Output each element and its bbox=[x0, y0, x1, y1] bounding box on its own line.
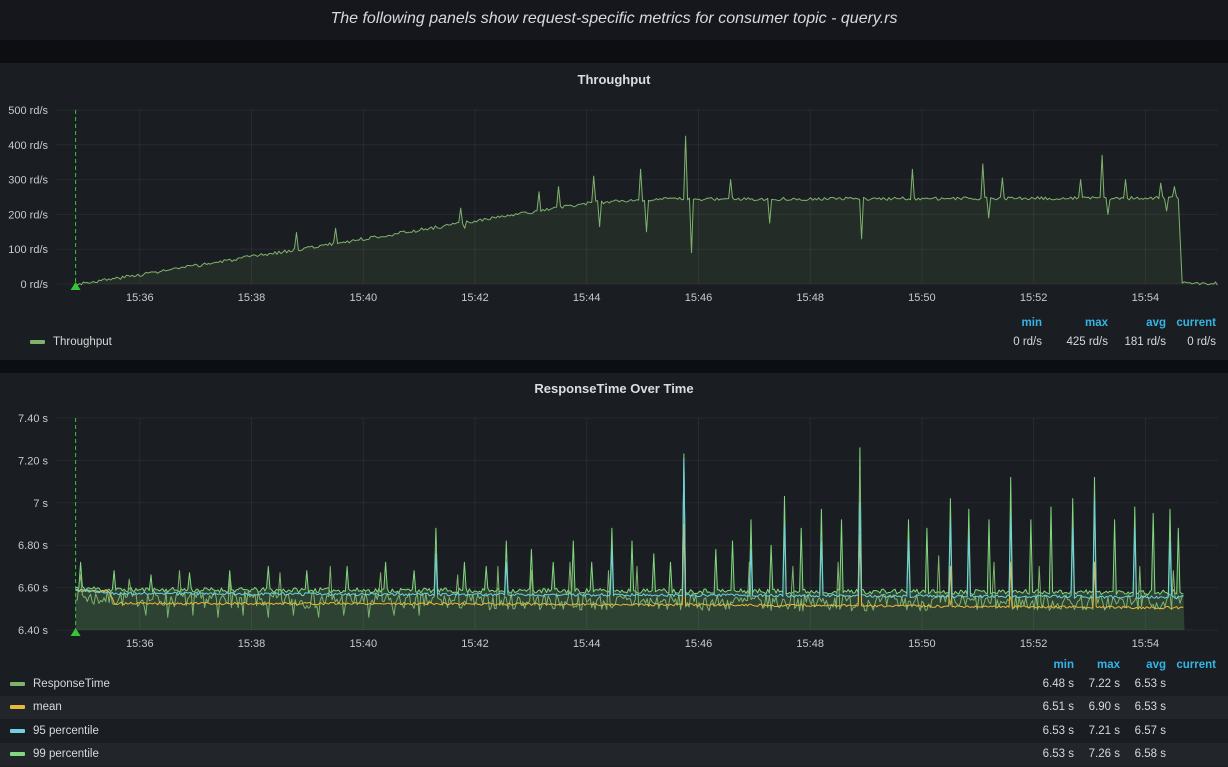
x-tick-label: 15:38 bbox=[238, 638, 266, 650]
legend-row-stats: 6.53 s 7.26 s 6.58 s bbox=[1024, 748, 1216, 760]
y-tick-label: 6.60 s bbox=[18, 583, 48, 595]
legend-header-avg[interactable]: avg bbox=[1120, 659, 1166, 671]
legend-row-mean[interactable]: mean 6.51 s 6.90 s 6.53 s bbox=[0, 696, 1228, 720]
series-color-dash-icon bbox=[10, 729, 25, 733]
p99-min-value: 6.53 s bbox=[1024, 748, 1074, 760]
legend-row-stats: 6.51 s 6.90 s 6.53 s bbox=[1024, 701, 1216, 713]
legend-header-avg[interactable]: avg bbox=[1108, 317, 1166, 329]
throughput-max-value: 425 rd/s bbox=[1042, 336, 1108, 348]
y-tick-label: 6.80 s bbox=[18, 540, 48, 552]
y-tick-label: 0 rd/s bbox=[20, 279, 48, 291]
legend-series-name[interactable]: mean bbox=[33, 701, 62, 713]
series-color-dash-icon bbox=[10, 752, 25, 756]
y-tick-label: 300 rd/s bbox=[8, 175, 48, 187]
x-tick-label: 15:42 bbox=[461, 638, 489, 650]
panel-responsetime: ResponseTime Over Time 6.40 s6.60 s6.80 … bbox=[0, 373, 1228, 767]
x-tick-label: 15:52 bbox=[1020, 292, 1048, 304]
legend-series-name[interactable]: 99 percentile bbox=[33, 748, 99, 760]
p95-min-value: 6.53 s bbox=[1024, 725, 1074, 737]
x-tick-label: 15:54 bbox=[1132, 638, 1160, 650]
responsetime-avg-value: 6.53 s bbox=[1120, 678, 1166, 690]
x-tick-label: 15:36 bbox=[126, 638, 154, 650]
p95-avg-value: 6.57 s bbox=[1120, 725, 1166, 737]
p95-current-value bbox=[1166, 725, 1216, 737]
dashboard-note: The following panels show request-specif… bbox=[0, 0, 1228, 38]
y-tick-label: 500 rd/s bbox=[8, 105, 48, 117]
responsetime-max-value: 7.22 s bbox=[1074, 678, 1120, 690]
legend-row-stats: 6.48 s 7.22 s 6.53 s bbox=[1024, 678, 1216, 690]
legend-header-max[interactable]: max bbox=[1074, 659, 1120, 671]
legend-stat-headers: min max avg current bbox=[1024, 659, 1216, 671]
p99-avg-value: 6.58 s bbox=[1120, 748, 1166, 760]
x-tick-label: 15:42 bbox=[461, 292, 489, 304]
legend-item-throughput[interactable]: Throughput bbox=[30, 336, 112, 348]
x-tick-label: 15:44 bbox=[573, 292, 601, 304]
x-tick-label: 15:50 bbox=[908, 638, 936, 650]
x-tick-label: 15:40 bbox=[350, 292, 378, 304]
x-tick-label: 15:36 bbox=[126, 292, 154, 304]
x-tick-label: 15:52 bbox=[1020, 638, 1048, 650]
x-tick-label: 15:44 bbox=[573, 638, 601, 650]
legend-series-name[interactable]: ResponseTime bbox=[33, 678, 110, 690]
99 percentile-line bbox=[76, 448, 1184, 595]
y-tick-label: 7.20 s bbox=[18, 455, 48, 467]
legend-header-min[interactable]: min bbox=[1024, 659, 1074, 671]
legend-header-current[interactable]: current bbox=[1166, 659, 1216, 671]
legend-series-name[interactable]: 95 percentile bbox=[33, 725, 99, 737]
y-tick-label: 400 rd/s bbox=[8, 140, 48, 152]
grafana-dashboard: { "page": { "title": "The following pane… bbox=[0, 0, 1228, 767]
x-tick-label: 15:46 bbox=[685, 638, 713, 650]
series-color-dash-icon bbox=[10, 682, 25, 686]
legend-header-min[interactable]: min bbox=[978, 317, 1042, 329]
x-tick-label: 15:48 bbox=[796, 292, 824, 304]
header-text-panel: The following panels show request-specif… bbox=[0, 0, 1228, 40]
95 percentile-line bbox=[76, 458, 1184, 598]
throughput-avg-value: 181 rd/s bbox=[1108, 336, 1166, 348]
x-tick-label: 15:48 bbox=[796, 638, 824, 650]
y-tick-label: 6.40 s bbox=[18, 625, 48, 637]
mean-current-value bbox=[1166, 701, 1216, 713]
Throughput-fill bbox=[76, 136, 1218, 285]
x-tick-label: 15:50 bbox=[908, 292, 936, 304]
responsetime-min-value: 6.48 s bbox=[1024, 678, 1074, 690]
x-tick-label: 15:40 bbox=[350, 638, 378, 650]
legend-header-current[interactable]: current bbox=[1166, 317, 1216, 329]
legend-row-99-percentile[interactable]: 99 percentile 6.53 s 7.26 s 6.58 s bbox=[0, 743, 1228, 767]
p99-current-value bbox=[1166, 748, 1216, 760]
y-tick-label: 200 rd/s bbox=[8, 209, 48, 221]
legend-row-responsetime[interactable]: ResponseTime 6.48 s 7.22 s 6.53 s bbox=[0, 672, 1228, 696]
y-tick-label: 100 rd/s bbox=[8, 244, 48, 256]
legend-header-max[interactable]: max bbox=[1042, 317, 1108, 329]
p95-max-value: 7.21 s bbox=[1074, 725, 1120, 737]
x-tick-label: 15:46 bbox=[685, 292, 713, 304]
series-color-dash-icon bbox=[30, 340, 45, 344]
legend-row-95-percentile[interactable]: 95 percentile 6.53 s 7.21 s 6.57 s bbox=[0, 719, 1228, 743]
y-tick-label: 7 s bbox=[33, 498, 48, 510]
legend-row-stats: 6.53 s 7.21 s 6.57 s bbox=[1024, 725, 1216, 737]
series-color-dash-icon bbox=[10, 705, 25, 709]
legend-stat-headers: min max avg current bbox=[978, 317, 1216, 329]
legend-series-name[interactable]: Throughput bbox=[53, 336, 112, 348]
responsetime-current-value bbox=[1166, 678, 1216, 690]
mean-max-value: 6.90 s bbox=[1074, 701, 1120, 713]
throughput-current-value: 0 rd/s bbox=[1166, 336, 1216, 348]
mean-avg-value: 6.53 s bbox=[1120, 701, 1166, 713]
legend-stat-values: 0 rd/s 425 rd/s 181 rd/s 0 rd/s bbox=[978, 336, 1216, 348]
annotation-marker bbox=[71, 282, 81, 290]
mean-min-value: 6.51 s bbox=[1024, 701, 1074, 713]
y-tick-label: 7.40 s bbox=[18, 413, 48, 425]
legend-table: ResponseTime 6.48 s 7.22 s 6.53 s mean 6… bbox=[0, 672, 1228, 766]
p99-max-value: 7.26 s bbox=[1074, 748, 1120, 760]
x-tick-label: 15:38 bbox=[238, 292, 266, 304]
x-tick-label: 15:54 bbox=[1132, 292, 1160, 304]
panel-throughput: Throughput 0 rd/s 100 rd/s 200 rd/s 300 rd/… bbox=[0, 63, 1228, 360]
throughput-min-value: 0 rd/s bbox=[978, 336, 1042, 348]
throughput-chart[interactable]: 0 rd/s 100 rd/s 200 rd/s 300 rd/s 400 rd/s 50… bbox=[0, 63, 1228, 360]
